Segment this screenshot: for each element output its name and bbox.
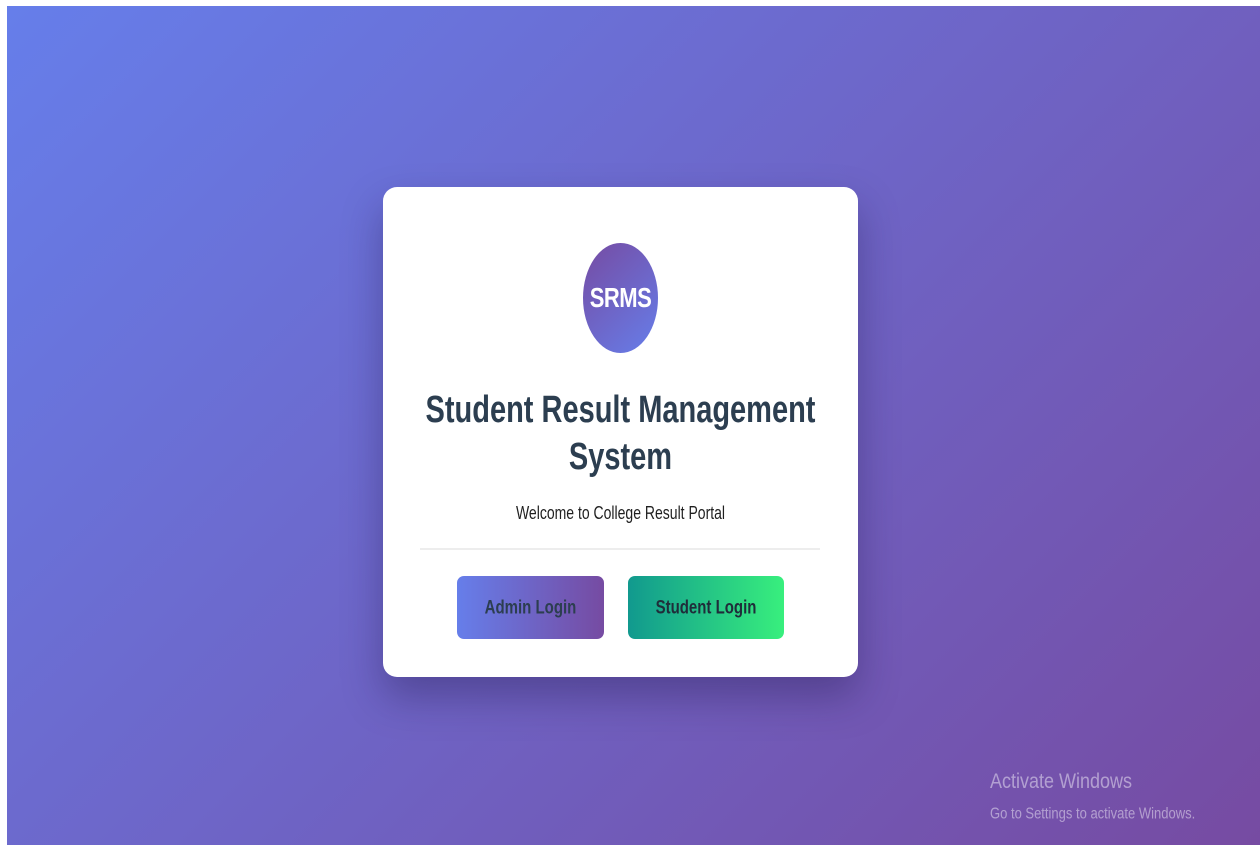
admin-login-button[interactable]: Admin Login: [457, 576, 604, 639]
activate-windows-watermark: Activate Windows Go to Settings to activ…: [990, 769, 1196, 822]
page-background: SRMS Student Result Management System We…: [7, 6, 1260, 845]
watermark-subtitle: Go to Settings to activate Windows.: [990, 804, 1196, 822]
login-card: SRMS Student Result Management System We…: [383, 187, 858, 677]
student-login-button[interactable]: Student Login: [628, 576, 784, 639]
divider: [420, 548, 820, 550]
watermark-title: Activate Windows: [990, 769, 1133, 793]
srms-logo: SRMS: [583, 243, 658, 353]
page-title: Student Result Management System: [425, 389, 816, 478]
student-login-label: Student Login: [655, 596, 757, 619]
admin-login-label: Admin Login: [484, 596, 577, 619]
logo-text: SRMS: [589, 281, 652, 313]
welcome-subtitle: Welcome to College Result Portal: [515, 502, 726, 523]
